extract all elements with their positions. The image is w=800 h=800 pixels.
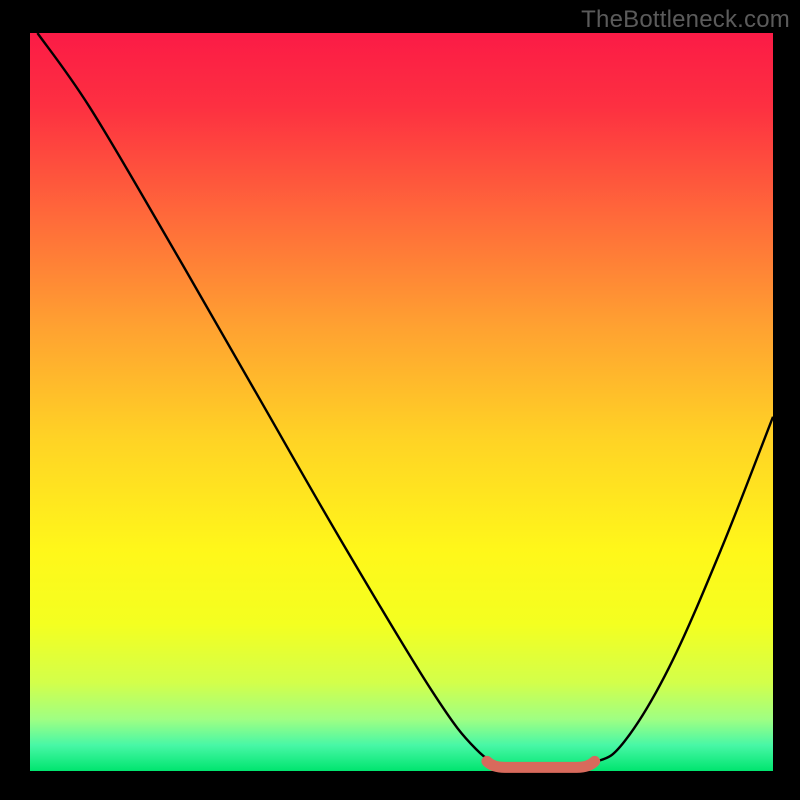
chart-stage: TheBottleneck.com [0, 0, 800, 800]
bottleneck-curve-chart [0, 0, 800, 800]
plot-area [30, 33, 773, 771]
watermark-text: TheBottleneck.com [581, 6, 790, 34]
optimal-range-marker [487, 761, 595, 767]
